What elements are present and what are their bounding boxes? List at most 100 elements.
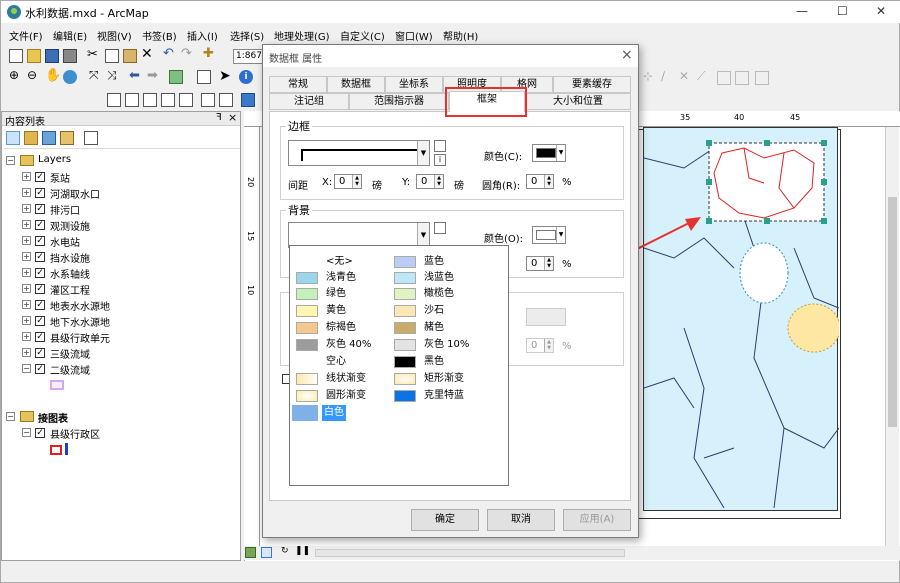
layout-zoom-out-icon[interactable] [125,93,139,107]
dropdown-option[interactable]: <无> [292,254,402,270]
chevron-down-icon[interactable]: ▼ [417,141,429,165]
tab-extent-indicators[interactable]: 范围指示器 [349,93,449,110]
dropdown-option[interactable]: 圆形渐变 [292,388,402,404]
border-style-select[interactable]: ▼ [288,140,430,166]
expand-icon[interactable]: + [22,284,31,293]
cancel-button[interactable]: 取消 [487,509,555,531]
clear-selection-icon[interactable] [197,70,211,84]
create-features-icon[interactable] [755,71,769,85]
chevron-down-icon[interactable]: ▼ [417,223,429,247]
dropdown-option[interactable]: 灰色 10% [390,337,500,353]
tab-coordinate-system[interactable]: 坐标系 [385,76,443,93]
new-document-icon[interactable] [9,49,23,63]
redo-icon[interactable]: ↷ [181,46,195,61]
toc-options-icon[interactable] [84,131,98,145]
zoom-in-icon[interactable]: ⊕ [9,68,23,82]
expand-icon[interactable]: + [22,236,31,245]
layer-visibility-checkbox[interactable]: ✓ [35,252,45,262]
expand-icon[interactable]: + [22,332,31,341]
menu-help[interactable]: 帮助(H) [443,28,478,43]
symbol-selector-icon[interactable] [434,222,446,234]
select-features-icon[interactable] [169,70,183,84]
toc-pin-icon[interactable]: ꟻ [216,112,222,123]
border-color-picker[interactable]: ▼ [532,144,566,162]
zoom-out-icon[interactable]: ⊖ [27,68,41,82]
paste-icon[interactable] [123,49,137,63]
list-by-source-icon[interactable] [24,131,38,145]
dropdown-option[interactable]: 沙石 [390,303,500,319]
expand-icon[interactable]: + [22,188,31,197]
shadow-rounding-input[interactable]: 0 [526,338,554,353]
dropdown-option[interactable]: 黄色 [292,303,402,319]
back-extent-icon[interactable]: ⬅ [129,68,143,83]
expand-icon[interactable]: + [22,204,31,213]
data-view-icon[interactable] [245,547,256,558]
dropdown-option[interactable]: 橄榄色 [390,286,500,302]
collapse-icon[interactable]: − [6,412,15,421]
menu-insert[interactable]: 插入(I) [187,28,218,43]
menu-file[interactable]: 文件(F) [9,28,43,43]
layer-visibility-checkbox[interactable]: ✓ [35,428,45,438]
menu-edit[interactable]: 编辑(E) [53,28,87,43]
dropdown-option[interactable]: 绿色 [292,286,402,302]
dropdown-option[interactable]: 黑色 [390,354,500,370]
pause-drawing-icon[interactable]: ❚❚ [295,546,310,560]
change-layout-icon[interactable] [241,93,255,107]
copy-icon[interactable] [105,49,119,63]
list-by-visibility-icon[interactable] [42,131,56,145]
layer-visibility-checkbox[interactable]: ✓ [35,220,45,230]
select-elements-icon[interactable]: ➤ [219,68,233,84]
tab-general[interactable]: 常规 [269,76,327,93]
apply-button[interactable]: 应用(A) [563,509,631,531]
split-icon[interactable]: ⟋ [697,69,711,83]
delete-icon[interactable]: ✕ [141,46,155,62]
layer-visibility-checkbox[interactable]: ✓ [35,364,45,374]
layer-visibility-checkbox[interactable]: ✓ [35,284,45,294]
dropdown-option[interactable]: 浅蓝色 [390,270,500,286]
toggle-draft-icon[interactable] [201,93,215,107]
dropdown-option[interactable]: 克里特蓝 [390,388,500,404]
dropdown-option-selected[interactable]: 白色 [292,405,402,421]
layer-visibility-checkbox[interactable]: ✓ [35,316,45,326]
dropdown-option[interactable]: 蓝色 [390,254,500,270]
expand-icon[interactable]: + [22,172,31,181]
chevron-down-icon[interactable]: ▼ [556,145,565,161]
list-by-selection-icon[interactable] [60,131,74,145]
border-rounding-input[interactable]: 0 [526,174,554,189]
background-color-picker[interactable]: ▼ [532,226,566,244]
identify-icon[interactable]: i [239,70,253,84]
refresh-icon[interactable]: ↻ [281,546,295,560]
edit-vertices-icon[interactable]: ⊹ [643,69,657,83]
collapse-icon[interactable]: − [22,364,31,373]
expand-icon[interactable]: + [22,348,31,357]
full-extent-icon[interactable] [63,70,77,84]
layer-visibility-checkbox[interactable]: ✓ [35,300,45,310]
expand-icon[interactable]: + [22,252,31,261]
layer-visibility-checkbox[interactable]: ✓ [35,268,45,278]
menu-geoprocessing[interactable]: 地理处理(G) [274,28,330,43]
expand-icon[interactable]: + [22,316,31,325]
menu-view[interactable]: 视图(V) [97,28,132,43]
scrollbar-thumb[interactable] [888,197,897,427]
undo-icon[interactable]: ↶ [163,46,177,61]
symbol-properties-icon[interactable]: i [434,154,446,166]
layer-visibility-checkbox[interactable]: ✓ [35,236,45,246]
shadow-color-picker[interactable] [526,308,566,326]
menu-customize[interactable]: 自定义(C) [340,28,385,43]
maximize-button[interactable]: ☐ [837,4,848,18]
pan-icon[interactable]: ✋ [45,68,61,83]
expand-icon[interactable]: + [22,220,31,229]
layout-pan-icon[interactable] [143,93,157,107]
layer-visibility-checkbox[interactable]: ✓ [35,172,45,182]
layer-visibility-checkbox[interactable]: ✓ [35,332,45,342]
horizontal-scrollbar[interactable] [315,549,625,557]
dropdown-option[interactable]: 浅青色 [292,270,402,286]
background-rounding-input[interactable]: 0 [526,256,554,271]
fixed-zoom-in-icon[interactable]: ⤧ [89,68,103,82]
toc-close-icon[interactable]: × [228,111,237,124]
list-by-drawing-order-icon[interactable] [6,131,20,145]
cut-icon[interactable]: ✂ [87,47,101,62]
chevron-down-icon[interactable]: ▼ [556,227,565,243]
menu-selection[interactable]: 选择(S) [230,28,264,43]
expand-icon[interactable]: + [22,300,31,309]
